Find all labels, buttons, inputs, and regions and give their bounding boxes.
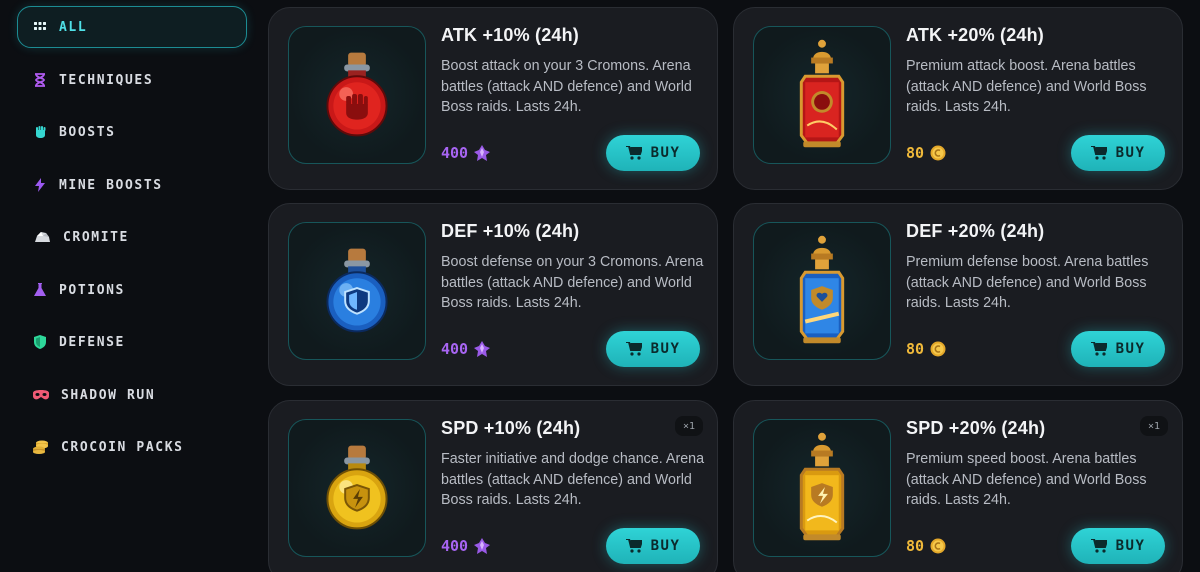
price-value: 400: [441, 340, 469, 358]
coin-icon: [930, 145, 946, 161]
price-value: 80: [906, 144, 925, 162]
quantity-badge: ×1: [674, 416, 703, 436]
product-title: SPD +10% (24h): [441, 418, 581, 438]
sidebar-item-label: CROCOIN PACKS: [61, 439, 184, 455]
buy-button[interactable]: BUY: [1071, 331, 1165, 367]
sidebar-item-defense[interactable]: DEFENSE: [17, 321, 247, 363]
product-price: 80: [906, 337, 946, 361]
product-price: 400: [441, 141, 491, 165]
sidebar-item-cromite[interactable]: CROMITE: [17, 216, 247, 258]
product-image-spd-10: [288, 419, 426, 557]
red-round-potion-icon: [326, 52, 388, 137]
sidebar-item-all[interactable]: ALL: [17, 6, 247, 48]
buy-label: BUY: [1115, 538, 1146, 554]
sidebar-item-boosts[interactable]: BOOSTS: [17, 111, 247, 153]
sidebar: ALL TECHNIQUES BOOSTS MINE BOOSTS CROMIT…: [0, 0, 264, 572]
product-price: 80: [906, 141, 946, 165]
product-price: 400: [441, 337, 491, 361]
product-card-spd-20: ×1 SPD +20% (24h) Premium speed boost. A…: [733, 400, 1183, 572]
cart-icon: [625, 539, 642, 553]
cart-icon: [625, 342, 642, 356]
product-title: DEF +10% (24h): [441, 221, 580, 241]
cart-icon: [1090, 342, 1107, 356]
buy-button[interactable]: BUY: [606, 528, 700, 564]
buy-label: BUY: [1115, 145, 1146, 161]
flask-icon: [31, 281, 49, 299]
quantity-badge: ×1: [1139, 416, 1168, 436]
buy-label: BUY: [650, 145, 681, 161]
buy-button[interactable]: BUY: [1071, 528, 1165, 564]
product-description: Boost attack on your 3 Cromons. Arena ba…: [441, 58, 692, 115]
product-image-def-20: [753, 222, 891, 360]
price-value: 400: [441, 144, 469, 162]
buy-label: BUY: [1115, 341, 1146, 357]
product-price: 80: [906, 534, 946, 558]
gem-icon: [474, 538, 491, 554]
buy-button[interactable]: BUY: [1071, 135, 1165, 171]
gem-icon: [474, 341, 491, 357]
sidebar-item-label: SHADOW RUN: [61, 387, 156, 403]
gem-icon: [474, 145, 491, 161]
yellow-ornate-potion-icon: [799, 432, 845, 541]
product-description: Faster initiative and dodge chance. Aren…: [441, 451, 705, 508]
product-card-spd-10: ×1 SPD +10% (24h) Faster initiative and …: [268, 400, 718, 572]
cart-icon: [1090, 146, 1107, 160]
buy-label: BUY: [650, 538, 681, 554]
price-value: 80: [906, 537, 925, 555]
product-title: ATK +10% (24h): [441, 25, 580, 45]
lightning-icon: [31, 176, 49, 194]
sidebar-item-mine-boosts[interactable]: MINE BOOSTS: [17, 164, 247, 206]
fist-icon: [31, 123, 49, 141]
sidebar-item-label: TECHNIQUES: [59, 72, 154, 88]
product-title: ATK +20% (24h): [906, 25, 1045, 45]
product-card-atk-20: ATK +20% (24h) Premium attack boost. Are…: [733, 7, 1183, 190]
sidebar-item-shadow-run[interactable]: SHADOW RUN: [17, 374, 247, 416]
product-description: Premium speed boost. Arena battles (atta…: [906, 451, 1147, 508]
sidebar-item-label: BOOSTS: [59, 124, 116, 140]
mask-icon: [32, 386, 50, 404]
product-title: SPD +20% (24h): [906, 418, 1046, 438]
sidebar-item-label: CROMITE: [63, 229, 129, 245]
product-description: Boost defense on your 3 Cromons. Arena b…: [441, 254, 704, 311]
buy-button[interactable]: BUY: [606, 331, 700, 367]
hourglass-icon: [31, 71, 49, 89]
cart-icon: [1090, 539, 1107, 553]
product-image-def-10: [288, 222, 426, 360]
coin-icon: [930, 538, 946, 554]
product-price: 400: [441, 534, 491, 558]
buy-label: BUY: [650, 341, 681, 357]
product-image-spd-20: [753, 419, 891, 557]
sidebar-item-label: POTIONS: [59, 282, 125, 298]
grid-icon: [31, 18, 49, 36]
blue-round-potion-icon: [326, 248, 388, 333]
ore-icon: [33, 228, 51, 246]
product-title: DEF +20% (24h): [906, 221, 1045, 241]
sidebar-item-label: MINE BOOSTS: [59, 177, 163, 193]
yellow-round-potion-icon: [326, 445, 388, 530]
red-ornate-potion-icon: [799, 39, 845, 148]
product-description: Premium defense boost. Arena battles (at…: [906, 254, 1149, 311]
shield-icon: [31, 333, 49, 351]
cart-icon: [625, 146, 642, 160]
sidebar-item-techniques[interactable]: TECHNIQUES: [17, 59, 247, 101]
sidebar-item-label: DEFENSE: [59, 334, 125, 350]
product-card-atk-10: ATK +10% (24h) Boost attack on your 3 Cr…: [268, 7, 718, 190]
product-card-def-10: DEF +10% (24h) Boost defense on your 3 C…: [268, 203, 718, 386]
price-value: 80: [906, 340, 925, 358]
sidebar-item-potions[interactable]: POTIONS: [17, 269, 247, 311]
sidebar-item-crocoin-packs[interactable]: CROCOIN PACKS: [17, 426, 247, 468]
product-description: Premium attack boost. Arena battles (att…: [906, 58, 1147, 115]
buy-button[interactable]: BUY: [606, 135, 700, 171]
product-card-def-20: DEF +20% (24h) Premium defense boost. Ar…: [733, 203, 1183, 386]
blue-ornate-potion-icon: [799, 235, 845, 344]
product-image-atk-10: [288, 26, 426, 164]
price-value: 400: [441, 537, 469, 555]
coin-icon: [930, 341, 946, 357]
product-image-atk-20: [753, 26, 891, 164]
sidebar-item-label: ALL: [59, 19, 88, 35]
coins-icon: [32, 438, 50, 456]
